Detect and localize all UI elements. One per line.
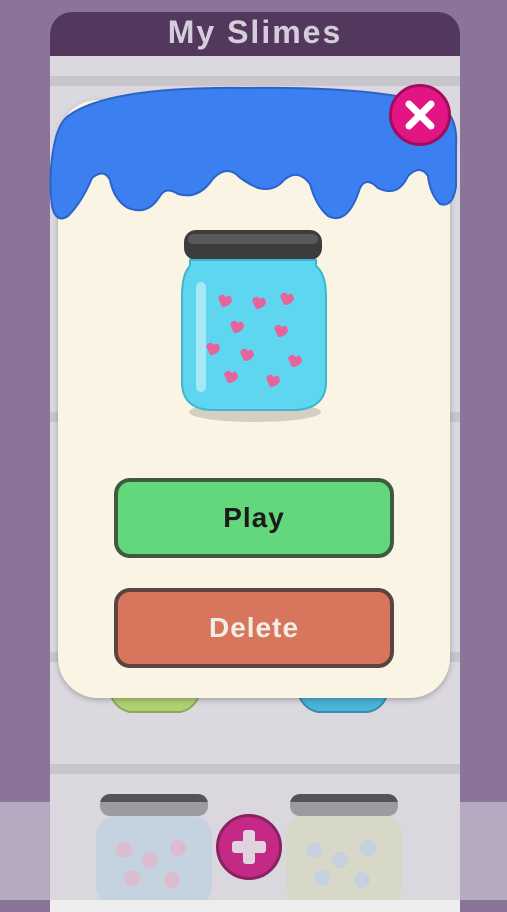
delete-button[interactable]: Delete <box>114 588 394 668</box>
play-button[interactable]: Play <box>114 478 394 558</box>
close-icon <box>405 100 435 130</box>
close-button[interactable] <box>389 84 451 146</box>
slime-jar-image <box>181 230 327 422</box>
